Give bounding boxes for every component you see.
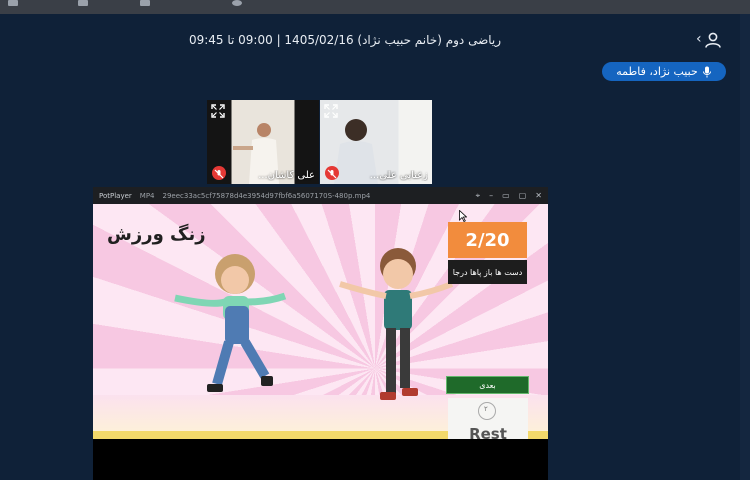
player-file-name: 29eec33ac5cf75878d4e3954d97fbf6a5607170S… (162, 191, 371, 200)
player-titlebar[interactable]: PotPlayer MP4 29eec33ac5cf75878d4e3954d9… (93, 187, 548, 204)
user-icon[interactable] (704, 32, 722, 48)
participant-name: زعنابی علی... (369, 170, 428, 181)
toolbar-icon[interactable] (140, 0, 150, 6)
shared-screen-player: PotPlayer MP4 29eec33ac5cf75878d4e3954d9… (93, 187, 548, 480)
next-button[interactable]: بعدی (446, 376, 529, 394)
game-title: زنگ ورزش (107, 224, 206, 245)
expand-icon[interactable] (211, 104, 225, 118)
player-format: MP4 (139, 191, 155, 200)
boy-character (339, 248, 454, 400)
toolbar-icon[interactable] (8, 0, 18, 6)
right-edge (740, 14, 750, 480)
active-speaker-badge: حبیب نژاد، فاطمه (602, 62, 726, 81)
mic-off-icon (212, 166, 226, 180)
player-app-name[interactable]: PotPlayer (99, 192, 132, 200)
minimize-icon[interactable]: – (489, 191, 493, 201)
mouse-cursor-icon (459, 210, 467, 222)
top-toolbar (0, 0, 750, 14)
toolbar-icon[interactable] (78, 0, 88, 6)
restore-icon[interactable]: ▭ (502, 191, 510, 201)
window-controls: ⌖ – ▭ ▢ ✕ (476, 191, 542, 201)
session-title: ریاضی دوم (خانم حبیب نژاد) 1405/02/16 | … (188, 33, 502, 47)
expand-icon[interactable] (324, 104, 338, 118)
participant-name: علی کاشان... (258, 170, 315, 181)
speaker-name: حبیب نژاد، فاطمه (616, 65, 698, 78)
close-icon[interactable]: ✕ (535, 191, 542, 201)
rest-label: Rest (469, 425, 507, 439)
participant-video-tile[interactable]: زعنابی علی... (320, 100, 432, 184)
microphone-icon (702, 66, 711, 77)
video-frame[interactable]: زنگ ورزش 2/20 دست ها باز پاها درجا بعدی … (93, 204, 548, 439)
participant-video-tile[interactable]: علی کاشان... (207, 100, 319, 184)
rest-panel: ۲ Rest (448, 398, 528, 439)
girl-character (174, 254, 287, 392)
pin-icon[interactable]: ⌖ (476, 191, 481, 201)
toolbar-icon[interactable] (232, 0, 242, 6)
maximize-icon[interactable]: ▢ (519, 191, 527, 201)
exercise-instruction: دست ها باز پاها درجا (448, 260, 527, 284)
mic-off-icon (325, 166, 339, 180)
exercise-counter: 2/20 (448, 222, 527, 258)
timer-value: ۲ (484, 405, 488, 413)
chevron-left-icon[interactable]: ‹ (696, 31, 702, 47)
